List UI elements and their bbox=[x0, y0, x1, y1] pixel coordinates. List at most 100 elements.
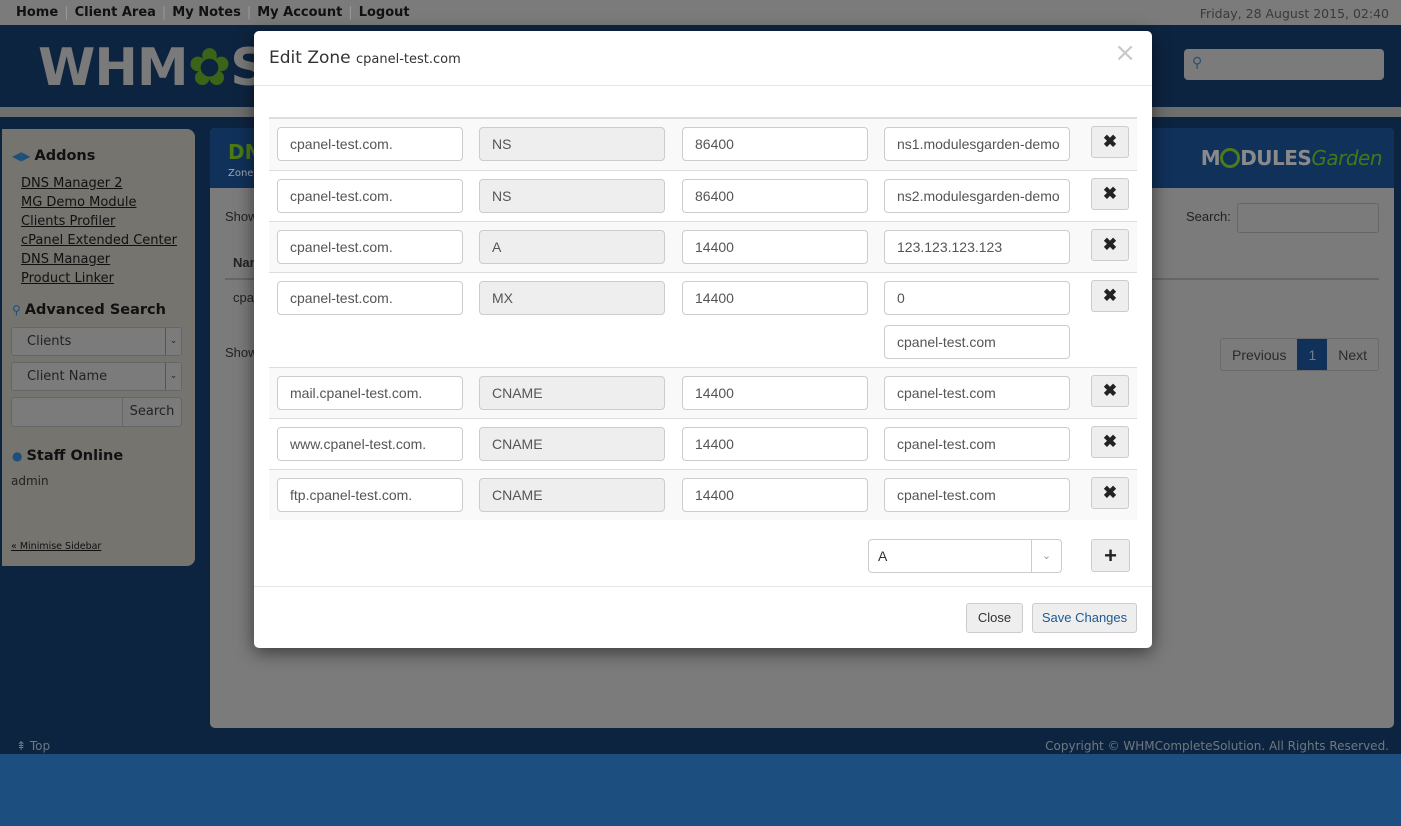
record-name-input[interactable]: ftp.cpanel-test.com. bbox=[277, 478, 463, 512]
sidebar-link-dns-manager[interactable]: DNS Manager bbox=[21, 250, 177, 269]
staff-online-user: admin bbox=[11, 474, 49, 488]
record-value-input[interactable]: cpanel-test.com bbox=[884, 478, 1070, 512]
dns-record-row: www.cpanel-test.com. CNAME 14400 cpanel-tes… bbox=[269, 418, 1137, 469]
nav-my-account[interactable]: My Account bbox=[257, 5, 342, 20]
record-ttl-input[interactable]: 14400 bbox=[682, 427, 868, 461]
delete-record-button[interactable]: ✖ bbox=[1091, 280, 1129, 312]
nav-my-notes[interactable]: My Notes bbox=[172, 5, 241, 20]
dns-record-row: ftp.cpanel-test.com. CNAME 14400 cpanel-tes… bbox=[269, 469, 1137, 520]
modal-title: Edit Zone cpanel-test.com bbox=[269, 48, 461, 68]
top-nav: Home | Client Area | My Notes | My Account | Log… bbox=[16, 5, 410, 20]
delete-record-button[interactable]: ✖ bbox=[1091, 178, 1129, 210]
record-name-input[interactable]: cpanel-test.com. bbox=[277, 127, 463, 161]
user-icon: ● bbox=[12, 449, 23, 463]
dns-record-row: cpanel-test.com. NS 86400 ns1.modulesgarden… bbox=[269, 119, 1137, 170]
pagination-page-1[interactable]: 1 bbox=[1297, 339, 1328, 370]
chevron-down-icon: ⌄ bbox=[165, 363, 181, 390]
record-ttl-input[interactable]: 86400 bbox=[682, 179, 868, 213]
show-entries-label: Show bbox=[225, 209, 258, 224]
pagination-previous[interactable]: Previous bbox=[1221, 339, 1297, 370]
delete-record-button[interactable]: ✖ bbox=[1091, 126, 1129, 158]
sidebar-search-button[interactable]: Search bbox=[122, 398, 181, 426]
sidebar-link-clients-profiler[interactable]: Clients Profiler bbox=[21, 212, 177, 231]
dns-records-table: cpanel-test.com. NS 86400 ns1.modulesgarden… bbox=[269, 117, 1137, 520]
edit-zone-modal: Edit Zone cpanel-test.com × cpanel-test.… bbox=[254, 31, 1152, 648]
search-icon: ⚲ bbox=[1192, 55, 1203, 71]
sidebar: ◀▶ Addons DNS Manager 2 MG Demo Module Cl… bbox=[2, 129, 195, 566]
pagination-next[interactable]: Next bbox=[1327, 339, 1378, 370]
delete-record-button[interactable]: ✖ bbox=[1091, 375, 1129, 407]
magnifier-icon: ⚲ bbox=[12, 303, 21, 317]
record-value-input[interactable]: ns2.modulesgarden-demo bbox=[884, 179, 1070, 213]
addons-icon: ◀▶ bbox=[12, 149, 31, 163]
search-type-select[interactable]: Clients ⌄ bbox=[11, 327, 182, 356]
sidebar-link-dns-manager-2[interactable]: DNS Manager 2 bbox=[21, 174, 177, 193]
staff-online-heading: ● Staff Online bbox=[12, 448, 124, 464]
chevron-down-icon: ⌄ bbox=[165, 328, 181, 355]
record-name-input[interactable]: cpanel-test.com. bbox=[277, 281, 463, 315]
zone-domain: cpanel-test.com bbox=[356, 52, 461, 67]
back-to-top-link[interactable]: ⇞ Top bbox=[16, 739, 50, 753]
modal-header: Edit Zone cpanel-test.com × bbox=[254, 31, 1152, 86]
record-type-field: NS bbox=[479, 127, 665, 161]
record-type-field: A bbox=[479, 230, 665, 264]
nav-home[interactable]: Home bbox=[16, 5, 58, 20]
dns-record-row: mail.cpanel-test.com. CNAME 14400 cpanel-te… bbox=[269, 367, 1137, 418]
record-type-field: CNAME bbox=[479, 427, 665, 461]
modulesgarden-logo: M DULESGarden bbox=[1200, 146, 1383, 170]
showing-info: Show bbox=[225, 345, 258, 360]
close-button[interactable]: Close bbox=[966, 603, 1023, 633]
top-bar: Home | Client Area | My Notes | My Account | Log… bbox=[0, 0, 1401, 25]
chevron-down-icon: ⌄ bbox=[1031, 540, 1061, 572]
whmcs-logo[interactable]: WHM✿S bbox=[38, 38, 268, 98]
current-date: Friday, 28 August 2015, 02:40 bbox=[1199, 6, 1389, 21]
addons-list: DNS Manager 2 MG Demo Module Clients Pro… bbox=[21, 174, 177, 288]
gear-icon: ✿ bbox=[187, 38, 232, 98]
dns-record-row: cpanel-test.com. MX 14400 0 cpanel-test.com ✖ bbox=[269, 272, 1137, 367]
save-changes-button[interactable]: Save Changes bbox=[1032, 603, 1137, 633]
add-record-button[interactable]: + bbox=[1091, 539, 1130, 572]
copyright: Copyright © WHMCompleteSolution. All Rig… bbox=[1045, 739, 1389, 753]
delete-record-button[interactable]: ✖ bbox=[1091, 477, 1129, 509]
header-search-input[interactable]: ⚲ bbox=[1184, 49, 1384, 80]
record-ttl-input[interactable]: 14400 bbox=[682, 478, 868, 512]
advanced-search-heading: ⚲ Advanced Search bbox=[12, 302, 166, 318]
record-ttl-input[interactable]: 14400 bbox=[682, 376, 868, 410]
record-ttl-input[interactable]: 86400 bbox=[682, 127, 868, 161]
globe-icon bbox=[1220, 148, 1241, 168]
close-icon[interactable]: × bbox=[1114, 38, 1136, 68]
record-value-input[interactable]: 0 bbox=[884, 281, 1070, 315]
delete-record-button[interactable]: ✖ bbox=[1091, 426, 1129, 458]
record-value-input[interactable]: 123.123.123.123 bbox=[884, 230, 1070, 264]
record-ttl-input[interactable]: 14400 bbox=[682, 281, 868, 315]
record-value-input[interactable]: cpanel-test.com bbox=[884, 427, 1070, 461]
nav-client-area[interactable]: Client Area bbox=[75, 5, 156, 20]
modal-footer: Close Save Changes bbox=[254, 586, 1152, 648]
sidebar-search-input[interactable]: Search bbox=[11, 397, 182, 427]
sidebar-link-product-linker[interactable]: Product Linker bbox=[21, 269, 177, 288]
sidebar-link-mg-demo-module[interactable]: MG Demo Module bbox=[21, 193, 177, 212]
record-type-field: MX bbox=[479, 281, 665, 315]
record-value-input[interactable]: cpanel-test.com bbox=[884, 376, 1070, 410]
minimise-sidebar-link[interactable]: « Minimise Sidebar bbox=[11, 541, 101, 552]
record-type-field: CNAME bbox=[479, 478, 665, 512]
record-value-input[interactable]: ns1.modulesgarden-demo bbox=[884, 127, 1070, 161]
table-search-label: Search: bbox=[1186, 209, 1231, 224]
addons-heading: ◀▶ Addons bbox=[12, 148, 96, 164]
table-cell-name: cpa bbox=[233, 290, 254, 305]
pagination: Previous 1 Next bbox=[1220, 338, 1380, 371]
search-field-select[interactable]: Client Name ⌄ bbox=[11, 362, 182, 391]
dns-record-row: cpanel-test.com. A 14400 123.123.123.123 ✖ bbox=[269, 221, 1137, 272]
record-ttl-input[interactable]: 14400 bbox=[682, 230, 868, 264]
nav-logout[interactable]: Logout bbox=[359, 5, 410, 20]
record-value-input[interactable]: cpanel-test.com bbox=[884, 325, 1070, 359]
new-record-type-select[interactable]: A ⌄ bbox=[868, 539, 1062, 573]
record-name-input[interactable]: cpanel-test.com. bbox=[277, 230, 463, 264]
table-search-input[interactable] bbox=[1237, 203, 1379, 233]
record-name-input[interactable]: mail.cpanel-test.com. bbox=[277, 376, 463, 410]
record-type-field: NS bbox=[479, 179, 665, 213]
record-name-input[interactable]: cpanel-test.com. bbox=[277, 179, 463, 213]
delete-record-button[interactable]: ✖ bbox=[1091, 229, 1129, 261]
sidebar-link-cpanel-extended-center[interactable]: cPanel Extended Center bbox=[21, 231, 177, 250]
record-name-input[interactable]: www.cpanel-test.com. bbox=[277, 427, 463, 461]
